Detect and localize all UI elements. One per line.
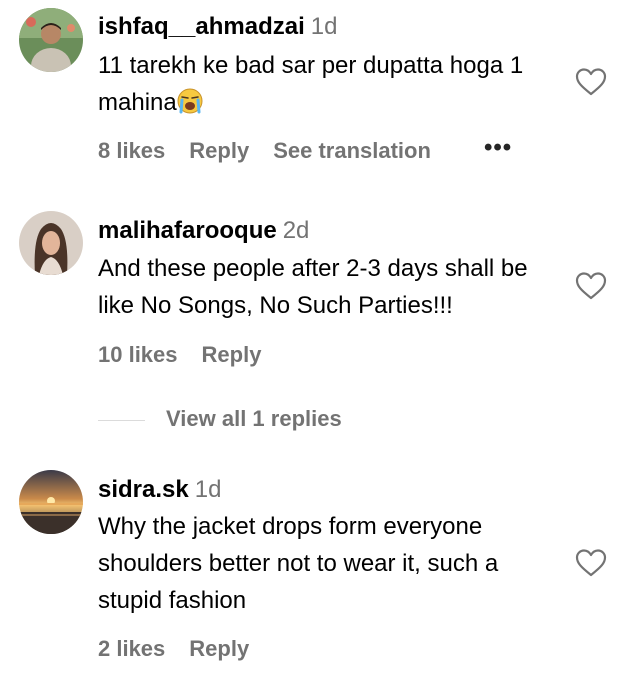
like-heart-icon[interactable]: [575, 271, 607, 301]
likes-count[interactable]: 8 likes: [98, 138, 165, 163]
comment-actions: 8 likes Reply See translation: [98, 138, 455, 164]
avatar[interactable]: [19, 470, 83, 534]
more-options-icon[interactable]: •••: [484, 134, 512, 162]
comment-header: sidra.sk 1d: [98, 475, 221, 505]
see-translation-link[interactable]: See translation: [273, 138, 431, 163]
comment-text: 11 tarekh ke bad sar per dupatta hoga 1 …: [98, 47, 568, 121]
view-replies[interactable]: View all 1 replies: [98, 406, 498, 436]
reply-button[interactable]: Reply: [189, 636, 249, 661]
reply-button[interactable]: Reply: [202, 342, 262, 367]
username[interactable]: malihafarooque: [98, 217, 277, 244]
comment-body: 11 tarekh ke bad sar per dupatta hoga 1 …: [98, 52, 524, 116]
username[interactable]: sidra.sk: [98, 476, 189, 503]
timestamp[interactable]: 1d: [195, 476, 222, 503]
comment-header: malihafarooque 2d: [98, 216, 309, 246]
likes-count[interactable]: 2 likes: [98, 636, 165, 661]
avatar[interactable]: [19, 8, 83, 72]
view-replies-label[interactable]: View all 1 replies: [166, 406, 342, 432]
timestamp[interactable]: 2d: [283, 217, 310, 244]
replies-divider: [98, 420, 145, 421]
like-heart-icon[interactable]: [575, 548, 607, 578]
avatar[interactable]: [19, 211, 83, 275]
comment-actions: 10 likes Reply: [98, 342, 285, 368]
comment-header: ishfaq__ahmadzai 1d: [98, 12, 337, 42]
comment-actions: 2 likes Reply: [98, 636, 273, 662]
likes-count[interactable]: 10 likes: [98, 342, 178, 367]
comment-text: And these people after 2-3 days shall be…: [98, 255, 528, 319]
like-heart-icon[interactable]: [575, 67, 607, 97]
timestamp[interactable]: 1d: [311, 13, 338, 40]
username[interactable]: ishfaq__ahmadzai: [98, 13, 305, 40]
loudly-crying-face-icon: [177, 88, 203, 114]
reply-button[interactable]: Reply: [189, 138, 249, 163]
comment-text: Why the jacket drops form everyone shoul…: [98, 513, 499, 614]
